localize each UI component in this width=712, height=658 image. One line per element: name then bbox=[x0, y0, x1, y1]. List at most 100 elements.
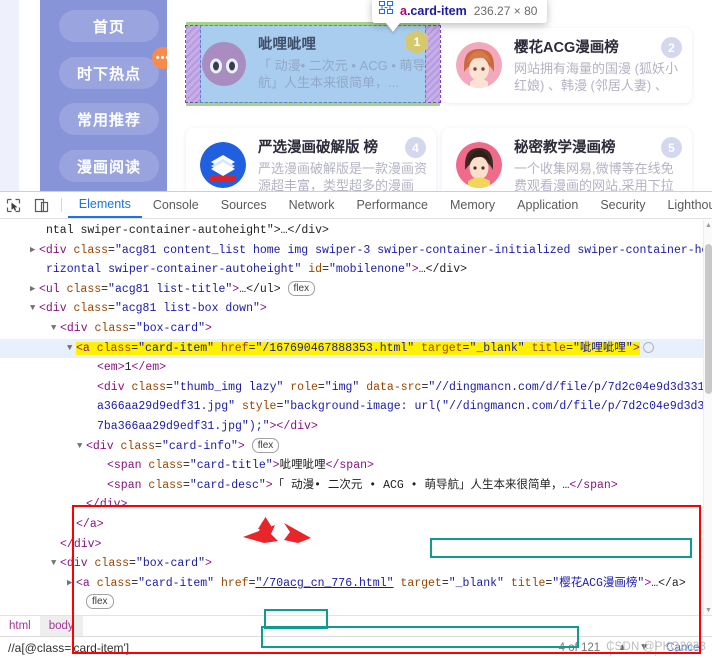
twisty-expanded-icon[interactable]: ▼ bbox=[77, 437, 86, 457]
tab-network[interactable]: Network bbox=[278, 192, 346, 218]
dom-tree-line[interactable]: a366aa29d9edf31.jpg" style="background-i… bbox=[0, 397, 712, 417]
page-white-gap bbox=[19, 0, 40, 191]
dom-tree-line[interactable]: ntal swiper-container-autoheight">…</div… bbox=[0, 221, 712, 241]
chevron-up-icon[interactable]: ▲ bbox=[611, 637, 633, 658]
dom-tree-line[interactable]: </div> bbox=[0, 613, 712, 614]
dom-line-code: 7ba366aa29d9edf31.jpg");"></div> bbox=[97, 419, 318, 433]
dom-line-code: flex bbox=[86, 594, 114, 610]
dom-tree-line[interactable]: ▼ <div class="acg81 list-box down"> bbox=[0, 299, 712, 319]
dom-line-code: <a class="card-item" href="/167690467888… bbox=[76, 341, 654, 355]
dom-tree-scrollbar[interactable]: ▲ ▼ bbox=[703, 220, 712, 615]
card-title: 秘密教学漫画榜 bbox=[514, 140, 616, 156]
dom-tree-line[interactable]: 7ba366aa29d9edf31.jpg");"></div> bbox=[0, 417, 712, 437]
dom-tree-line[interactable]: <span class="card-title">呲哩呲哩</span> bbox=[0, 456, 712, 476]
page-left-gutter bbox=[0, 0, 19, 191]
twisty-expanded-icon[interactable]: ▼ bbox=[30, 299, 39, 319]
card-title: 严选漫画破解版 榜 bbox=[258, 140, 379, 156]
dom-line-code: </div> bbox=[86, 498, 128, 512]
scrollbar-thumb[interactable] bbox=[705, 244, 712, 394]
dom-tree-line[interactable]: ▼ <div class="card-info"> flex bbox=[0, 437, 712, 457]
dom-tree-line[interactable]: ▼ <a class="card-item" href="/16769046788… bbox=[0, 338, 712, 359]
dom-line-code: a366aa29d9edf31.jpg" style="background-i… bbox=[97, 400, 712, 414]
card-desc: 网站拥有海量的国漫 (狐妖小红娘) 、韩漫 (邻居人妻) 、日... bbox=[514, 61, 678, 93]
dom-line-code: <span class="card-title">呲哩呲哩</span> bbox=[107, 459, 374, 473]
tab-console[interactable]: Console bbox=[142, 192, 210, 218]
avatar bbox=[456, 42, 502, 88]
chevron-down-icon[interactable]: ▼ bbox=[633, 637, 655, 658]
avatar bbox=[201, 41, 247, 87]
dom-tree-line[interactable]: rizontal swiper-container-autoheight" id… bbox=[0, 260, 712, 280]
inspect-tooltip-selector: a.card-item bbox=[400, 3, 467, 18]
dom-tree-line[interactable]: </a> bbox=[0, 515, 712, 535]
twisty-collapsed-icon[interactable]: ▶ bbox=[30, 241, 39, 261]
dom-line-code: <ul class="acg81 list-title">…</ul> flex bbox=[39, 280, 316, 296]
annotation-teal-box-desc bbox=[261, 626, 579, 648]
screenshot-root: 首页 时下热点 常用推荐 漫画阅读 ••• 呲哩呲哩 「 动漫• 二次元 • A… bbox=[0, 0, 712, 658]
twisty-expanded-icon[interactable]: ▼ bbox=[51, 319, 60, 339]
card-item[interactable]: 严选漫画破解版 榜 严选漫画破解版是一款漫画资源超丰富，类型超多的漫画 4 bbox=[186, 128, 436, 191]
card-desc: 「 动漫• 二次元 • ACG • 萌导航」人生本来很简单，... bbox=[258, 58, 426, 90]
tab-application[interactable]: Application bbox=[506, 192, 589, 218]
site-sidebar: 首页 时下热点 常用推荐 漫画阅读 ••• bbox=[40, 0, 174, 191]
annotation-teal-box-datasrc bbox=[430, 538, 692, 558]
dom-line-code: <span class="card-desc">「 动漫• 二次元 • ACG … bbox=[107, 478, 618, 492]
twisty-expanded-icon[interactable]: ▼ bbox=[67, 339, 76, 359]
card-item-selected[interactable]: 呲哩呲哩 「 动漫• 二次元 • ACG • 萌导航」人生本来很简单，... 1 bbox=[186, 26, 440, 102]
book-app-icon bbox=[200, 142, 246, 188]
dom-line-code: <div class="thumb_img lazy" role="img" d… bbox=[97, 380, 712, 394]
dom-tree-line[interactable]: <em>1</em> bbox=[0, 358, 712, 378]
dom-tree-line[interactable]: <span class="card-desc">「 动漫• 二次元 • ACG … bbox=[0, 476, 712, 496]
rank-badge: 5 bbox=[661, 137, 682, 158]
dom-tree-line[interactable]: </div> bbox=[0, 495, 712, 515]
dom-tree-line[interactable]: ▶ <div class="acg81 content_list home img… bbox=[0, 241, 712, 261]
devtools-toolbar: Elements Console Sources Network Perform… bbox=[0, 192, 712, 219]
dom-tree-line[interactable]: ▶ <ul class="acg81 list-title">…</ul> fle… bbox=[0, 280, 712, 300]
rank-badge: 2 bbox=[661, 37, 682, 58]
card-item[interactable]: 秘密教学漫画榜 一个收集网易,微博等在线免费观看漫画的网站,采用下拉 5 bbox=[442, 128, 692, 191]
tab-lighthouse[interactable]: Lighthou bbox=[656, 192, 712, 218]
card-title: 樱花ACG漫画榜 bbox=[514, 40, 619, 56]
dom-line-code: <div class="box-card"> bbox=[60, 321, 212, 335]
card-text: 严选漫画破解版 榜 严选漫画破解版是一款漫画资源超丰富，类型超多的漫画 bbox=[258, 136, 428, 191]
dom-line-code: </a> bbox=[76, 517, 104, 531]
scroll-up-icon[interactable]: ▲ bbox=[704, 220, 712, 230]
twisty-expanded-icon[interactable]: ▼ bbox=[51, 554, 60, 574]
card-item[interactable]: 樱花ACG漫画榜 网站拥有海量的国漫 (狐妖小红娘) 、韩漫 (邻居人妻) 、日… bbox=[442, 28, 692, 103]
breadcrumb-item-html[interactable]: html bbox=[0, 616, 40, 637]
tab-elements[interactable]: Elements bbox=[67, 192, 142, 218]
page-right-gutter bbox=[167, 0, 180, 191]
dom-tree-line[interactable]: ▶ <a class="card-item" href="/70acg_cn_77… bbox=[0, 574, 712, 594]
anime-boy-avatar-icon bbox=[456, 142, 502, 188]
dom-tree-line[interactable]: <div class="thumb_img lazy" role="img" d… bbox=[0, 378, 712, 398]
dom-line-code: <div class="acg81 list-box down"> bbox=[39, 302, 267, 316]
twisty-collapsed-icon[interactable]: ▶ bbox=[30, 280, 39, 300]
sidebar-item-hot[interactable]: 时下热点 bbox=[59, 57, 159, 89]
toolbar-divider bbox=[60, 198, 62, 212]
avatar bbox=[456, 142, 502, 188]
inspect-cursor-icon[interactable] bbox=[0, 192, 27, 218]
tab-memory[interactable]: Memory bbox=[439, 192, 506, 218]
dom-line-code: <div class="box-card"> bbox=[60, 557, 212, 571]
device-toolbar-icon[interactable] bbox=[27, 192, 54, 218]
scroll-down-icon[interactable]: ▼ bbox=[704, 605, 712, 615]
tab-performance[interactable]: Performance bbox=[345, 192, 439, 218]
sidebar-item-home[interactable]: 首页 bbox=[59, 10, 159, 42]
dom-tree-line[interactable]: ▼ <div class="box-card"> bbox=[0, 319, 712, 339]
card-grid: 呲哩呲哩 「 动漫• 二次元 • ACG • 萌导航」人生本来很简单，... 1 bbox=[180, 0, 712, 191]
dom-line-code: </div> bbox=[60, 537, 102, 551]
tab-sources[interactable]: Sources bbox=[210, 192, 278, 218]
bilibili-avatar-icon bbox=[202, 42, 246, 86]
devtools-tab-bar: Elements Console Sources Network Perform… bbox=[67, 192, 712, 218]
card-desc: 一个收集网易,微博等在线免费观看漫画的网站,采用下拉 bbox=[514, 161, 674, 191]
sidebar-item-comics[interactable]: 漫画阅读 bbox=[59, 150, 159, 182]
breadcrumb-item-body[interactable]: body bbox=[39, 615, 83, 637]
dom-tree-line[interactable]: flex bbox=[0, 593, 712, 613]
twisty-collapsed-icon[interactable]: ▶ bbox=[67, 574, 76, 594]
avatar bbox=[200, 142, 246, 188]
cancel-button[interactable]: Cancel bbox=[656, 642, 712, 654]
sidebar-item-recommend[interactable]: 常用推荐 bbox=[59, 103, 159, 135]
tab-security[interactable]: Security bbox=[589, 192, 656, 218]
dom-line-code: <div class="card-info"> flex bbox=[86, 437, 280, 453]
card-desc: 严选漫画破解版是一款漫画资源超丰富，类型超多的漫画 bbox=[258, 161, 428, 191]
card-text: 樱花ACG漫画榜 网站拥有海量的国漫 (狐妖小红娘) 、韩漫 (邻居人妻) 、日… bbox=[514, 36, 684, 94]
